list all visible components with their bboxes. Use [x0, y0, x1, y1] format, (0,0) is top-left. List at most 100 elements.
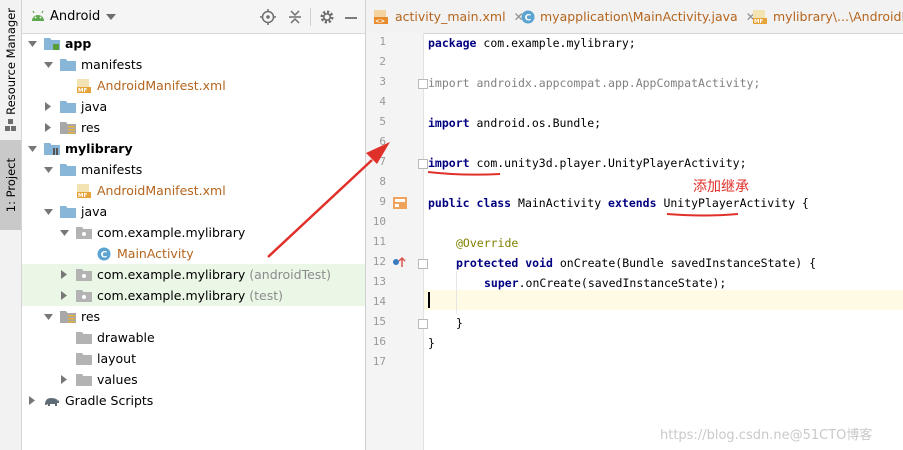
- tree-item-suffix: (androidTest): [249, 267, 332, 282]
- project-panel-toolbar: Android: [22, 0, 365, 34]
- tree-item-manifest-file[interactable]: MF AndroidManifest.xml: [22, 75, 365, 96]
- code-line-1: package com.example.mylibrary;: [428, 36, 636, 50]
- override-method-icon[interactable]: [392, 256, 406, 268]
- line-number: 16: [372, 335, 386, 348]
- chevron-down-icon[interactable]: [42, 164, 54, 176]
- tab-resource-manager-label: Resource Manager: [3, 7, 18, 115]
- tab-project-label: 1: Project: [3, 157, 18, 213]
- tree-item-java[interactable]: java: [22, 96, 365, 117]
- current-line-highlight: [424, 290, 903, 310]
- manifest-file-icon: MF: [753, 9, 767, 24]
- line-number: 6: [379, 135, 386, 148]
- text-caret: [428, 292, 430, 308]
- line-number: 9: [379, 195, 386, 208]
- collapse-all-icon[interactable]: [287, 9, 303, 25]
- gear-icon[interactable]: [319, 9, 335, 25]
- code-line-15: }: [456, 316, 463, 330]
- chevron-down-icon[interactable]: [58, 227, 70, 239]
- tree-item-gradle-scripts[interactable]: Gradle Scripts: [22, 390, 365, 411]
- editor-tab-activity-main[interactable]: <> activity_main.xml ✕: [374, 0, 524, 33]
- svg-text:C: C: [101, 250, 108, 260]
- chevron-down-icon[interactable]: [42, 206, 54, 218]
- folder-icon: [60, 58, 76, 72]
- tree-item-values[interactable]: values: [22, 369, 365, 390]
- code-line-12: protected void onCreate(Bundle savedInst…: [456, 256, 817, 270]
- chevron-down-icon[interactable]: [106, 14, 116, 20]
- project-tree: app manifests MF AndroidManifest.xml jav…: [22, 33, 365, 411]
- tree-item-package-test[interactable]: com.example.mylibrary (test): [22, 285, 365, 306]
- folder-icon: [76, 373, 92, 387]
- code-line-3: import androidx.appcompat.app.AppCompatA…: [428, 76, 761, 90]
- code-line-7: import com.unity3d.player.UnityPlayerAct…: [428, 156, 747, 170]
- editor-tab-mylibrary-manifest[interactable]: MF mylibrary\...\AndroidM: [752, 0, 903, 33]
- android-icon: [32, 10, 44, 21]
- tree-item-res[interactable]: res: [22, 117, 365, 138]
- tree-item-layout[interactable]: layout: [22, 348, 365, 369]
- toolbar-separator: [310, 8, 311, 26]
- manifest-file-icon: MF: [76, 183, 92, 198]
- tree-item-label: com.example.mylibrary: [97, 267, 246, 282]
- editor-tab-myapplication-mainactivity[interactable]: C myapplication\MainActivity.java ✕: [521, 0, 756, 33]
- chevron-right-icon[interactable]: [58, 269, 70, 281]
- chevron-down-icon[interactable]: [26, 143, 38, 155]
- chevron-down-icon[interactable]: [42, 311, 54, 323]
- package-icon: [76, 226, 92, 240]
- line-number: 4: [379, 95, 386, 108]
- svg-text:C: C: [525, 13, 532, 23]
- manifest-file-icon: MF: [76, 78, 92, 93]
- tree-item-app[interactable]: app: [22, 33, 365, 54]
- tree-item-package[interactable]: com.example.mylibrary: [22, 222, 365, 243]
- tree-item-label: drawable: [97, 330, 155, 345]
- package-icon: [76, 289, 92, 303]
- tree-item-drawable[interactable]: drawable: [22, 327, 365, 348]
- tree-item-manifest-file[interactable]: MF AndroidManifest.xml: [22, 180, 365, 201]
- chevron-right-icon[interactable]: [58, 290, 70, 302]
- tab-resource-manager[interactable]: Resource Manager: [0, 6, 21, 116]
- code-line-9: public class MainActivity extends UnityP…: [428, 196, 809, 210]
- chevron-right-icon[interactable]: [58, 374, 70, 386]
- tree-item-label: res: [81, 120, 101, 135]
- chevron-down-icon[interactable]: [42, 59, 54, 71]
- svg-text:MF: MF: [78, 88, 87, 93]
- tree-item-label: values: [97, 372, 138, 387]
- chevron-down-icon[interactable]: [26, 38, 38, 50]
- tree-item-manifests[interactable]: manifests: [22, 54, 365, 75]
- module-folder-icon: [44, 37, 60, 51]
- project-view-selector[interactable]: Android: [50, 9, 100, 24]
- code-area[interactable]: package com.example.mylibrary; import an…: [424, 33, 903, 450]
- chevron-right-icon[interactable]: [42, 122, 54, 134]
- indent-guide: [456, 271, 457, 313]
- folder-icon: [76, 352, 92, 366]
- tree-item-mainactivity[interactable]: C MainActivity: [22, 243, 365, 264]
- tree-item-label: mylibrary: [65, 141, 133, 156]
- tree-item-mylibrary[interactable]: mylibrary: [22, 138, 365, 159]
- activity-layout-icon[interactable]: [393, 197, 407, 209]
- locate-target-icon[interactable]: [260, 9, 276, 25]
- line-number: 17: [372, 355, 386, 368]
- xml-file-icon: <>: [374, 9, 388, 24]
- chevron-right-icon[interactable]: [26, 395, 38, 407]
- package-icon: [76, 268, 92, 282]
- tree-item-package-androidtest[interactable]: com.example.mylibrary (androidTest): [22, 264, 365, 285]
- folder-icon: [76, 331, 92, 345]
- minimize-icon[interactable]: [343, 9, 359, 25]
- line-number: 2: [379, 55, 386, 68]
- tree-item-label: manifests: [81, 162, 143, 177]
- line-number: 10: [372, 215, 386, 228]
- tree-item-res[interactable]: res: [22, 306, 365, 327]
- editor-tab-label: mylibrary\...\AndroidM: [773, 9, 903, 24]
- tree-item-java[interactable]: java: [22, 201, 365, 222]
- annotation-note: 添加继承: [693, 179, 749, 195]
- svg-text:MF: MF: [78, 193, 87, 198]
- tab-project[interactable]: 1: Project: [0, 140, 21, 230]
- line-number: 1: [379, 35, 386, 48]
- folder-icon: [60, 163, 76, 177]
- tree-item-manifests[interactable]: manifests: [22, 159, 365, 180]
- line-number: 15: [372, 315, 386, 328]
- code-line-5: import android.os.Bundle;: [428, 116, 602, 130]
- chevron-right-icon[interactable]: [42, 101, 54, 113]
